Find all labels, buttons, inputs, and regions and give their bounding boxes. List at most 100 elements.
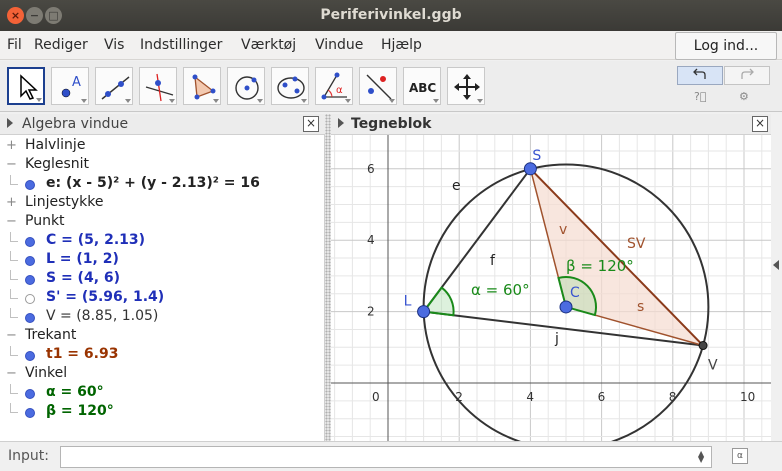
algebra-object-row[interactable]: e: (x - 5)² + (y - 2.13)² = 16 (0, 175, 320, 194)
toolbar: A α ABC (0, 61, 782, 112)
x-tick-label: 10 (740, 390, 755, 404)
close-graphics-view-button[interactable]: × (752, 116, 768, 132)
algebra-object-row[interactable]: t1 = 6.93 (0, 346, 320, 365)
close-algebra-view-button[interactable]: × (303, 116, 319, 132)
algebra-object-row[interactable]: S' = (5.96, 1.4) (0, 289, 320, 308)
algebra-object-value: α = 60° (46, 384, 104, 400)
algebra-object-value: e: (x - 5)² + (y - 2.13)² = 16 (46, 175, 260, 191)
segment-label-sv: SV (627, 236, 646, 252)
algebra-object-row[interactable]: α = 60° (0, 384, 320, 403)
expand-icon[interactable]: + (6, 138, 17, 153)
tree-connector (10, 184, 18, 185)
menu-fil[interactable]: Fil (7, 37, 22, 53)
algebra-object-value: L = (1, 2) (46, 251, 119, 267)
algebra-object-row[interactable]: L = (1, 2) (0, 251, 320, 270)
perpendicular-line-tool-button[interactable] (139, 67, 177, 105)
svg-text:ABC: ABC (409, 81, 436, 95)
side-panel-toggle[interactable] (771, 114, 782, 441)
y-tick-label: 2 (367, 305, 375, 319)
visibility-toggle-icon[interactable] (25, 389, 35, 399)
menu-indstillinger[interactable]: Indstillinger (140, 37, 222, 53)
visibility-toggle-icon[interactable] (25, 351, 35, 361)
visibility-toggle-icon[interactable] (25, 313, 35, 323)
visibility-toggle-icon[interactable] (25, 256, 35, 266)
text-tool-button[interactable]: ABC (403, 67, 441, 105)
angle-label-beta: β = 120° (566, 257, 634, 275)
point-v[interactable] (698, 341, 708, 351)
svg-text:A: A (72, 75, 81, 90)
graphics-view[interactable]: 0 2 4 6 8 10 2 4 6 S L C Ve f j v s SV α = 60° β = 120° (331, 135, 771, 441)
collapse-icon[interactable]: − (6, 214, 17, 229)
algebra-category-row[interactable]: + Linjestykke (0, 194, 320, 213)
input-bar: Input: ▲ ▼ α (0, 441, 782, 471)
expand-icon[interactable]: + (6, 195, 17, 210)
algebra-object-row[interactable]: V = (8.85, 1.05) (0, 308, 320, 327)
x-tick-label: 6 (598, 390, 606, 404)
algebra-category-label: Trekant (25, 327, 77, 343)
algebra-category-label: Punkt (25, 213, 65, 229)
algebra-object-row[interactable]: C = (5, 2.13) (0, 232, 320, 251)
visibility-toggle-icon[interactable] (25, 294, 35, 304)
point-s[interactable] (523, 162, 537, 176)
point-label-s: S (532, 148, 541, 164)
menu-hjaelp[interactable]: Hjælp (381, 37, 422, 53)
move-graphics-tool-button[interactable] (447, 67, 485, 105)
panel-toggle-icon[interactable] (7, 118, 13, 128)
undo-button[interactable] (677, 66, 723, 85)
y-tick-label: 4 (367, 233, 375, 247)
gear-icon[interactable]: ⚙ (739, 90, 749, 103)
algebra-category-row[interactable]: − Keglesnit (0, 156, 320, 175)
algebra-object-row[interactable]: β = 120° (0, 403, 320, 422)
reflect-tool-button[interactable] (359, 67, 397, 105)
circle-tool-button[interactable] (227, 67, 265, 105)
input-label: Input: (8, 448, 49, 464)
point-label-l: L (404, 294, 412, 310)
panel-toggle-icon[interactable] (338, 118, 344, 128)
menu-vindue[interactable]: Vindue (315, 37, 363, 53)
geometry-canvas[interactable]: 0 2 4 6 8 10246SLCVefjvsSVα = 60°β = 120° (331, 135, 771, 441)
algebra-object-row[interactable]: S = (4, 6) (0, 270, 320, 289)
angle-label-alpha: α = 60° (471, 281, 530, 299)
line-tool-button[interactable] (95, 67, 133, 105)
visibility-toggle-icon[interactable] (25, 275, 35, 285)
collapse-icon[interactable]: − (6, 328, 17, 343)
algebra-category-row[interactable]: − Vinkel (0, 365, 320, 384)
point-c[interactable] (559, 300, 573, 314)
tree-connector (10, 298, 18, 299)
tree-connector (10, 241, 18, 242)
collapse-icon[interactable]: − (6, 157, 17, 172)
algebra-category-row[interactable]: − Punkt (0, 213, 320, 232)
input-field[interactable] (60, 446, 712, 468)
menu-vis[interactable]: Vis (104, 37, 124, 53)
graphics-view-title: Tegneblok (351, 116, 432, 132)
help-icon[interactable]: ?⃝ (694, 90, 706, 103)
visibility-toggle-icon[interactable] (25, 180, 35, 190)
algebra-category-label: Keglesnit (25, 156, 90, 172)
login-button[interactable]: Log ind... (675, 32, 777, 60)
polygon-tool-button[interactable] (183, 67, 221, 105)
algebra-category-row[interactable]: + Halvlinje (0, 137, 320, 156)
algebra-category-label: Vinkel (25, 365, 68, 381)
algebra-object-value: t1 = 6.93 (46, 346, 119, 362)
undo-icon (693, 68, 706, 79)
angle-tool-button[interactable]: α (315, 67, 353, 105)
point-l[interactable] (417, 305, 431, 319)
point-label-c: C (570, 285, 580, 301)
algebra-category-row[interactable]: − Trekant (0, 327, 320, 346)
visibility-toggle-icon[interactable] (25, 237, 35, 247)
redo-button[interactable] (724, 66, 770, 85)
conic-tool-button[interactable] (271, 67, 309, 105)
algebra-view-title: Algebra vindue (22, 116, 129, 132)
menu-rediger[interactable]: Rediger (34, 37, 88, 53)
tree-connector (10, 317, 18, 318)
tree-connector (10, 355, 18, 356)
menu-vaerktoej[interactable]: Værktøj (241, 37, 296, 53)
input-history-arrows-icon[interactable]: ▲ ▼ (698, 450, 704, 464)
collapse-icon[interactable]: − (6, 366, 17, 381)
visibility-toggle-icon[interactable] (25, 408, 35, 418)
move-tool-button[interactable] (7, 67, 45, 105)
segment-label-j: j (554, 331, 559, 347)
symbol-table-button[interactable]: α (732, 448, 748, 464)
point-tool-button[interactable]: A (51, 67, 89, 105)
tree-connector (10, 393, 18, 394)
